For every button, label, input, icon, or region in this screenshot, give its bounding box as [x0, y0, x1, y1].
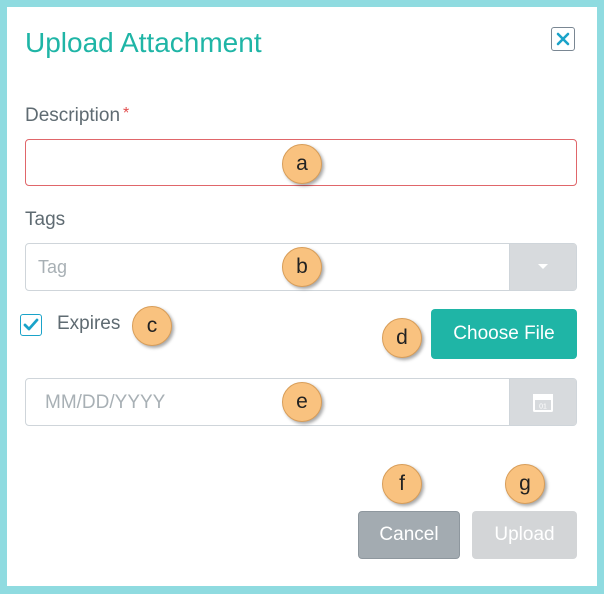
expires-label[interactable]: Expires [57, 313, 120, 335]
description-label: Description * [25, 105, 129, 127]
expires-checkbox[interactable] [20, 314, 42, 336]
annotation-marker-d: d [382, 318, 422, 358]
tags-label: Tags [25, 209, 66, 230]
calendar-button[interactable]: 01 [509, 379, 576, 425]
annotation-marker-c: c [132, 306, 172, 346]
close-button[interactable] [551, 27, 575, 51]
upload-button[interactable]: Upload [472, 511, 577, 559]
description-label-text: Description [25, 105, 121, 126]
annotation-marker-g: g [505, 464, 545, 504]
annotation-marker-e: e [282, 382, 322, 422]
calendar-icon-text: 01 [539, 404, 547, 411]
upload-attachment-dialog: Upload Attachment Description * Tags Tag … [7, 7, 597, 586]
dialog-title: Upload Attachment [25, 27, 262, 58]
annotation-marker-b: b [282, 247, 322, 287]
annotation-marker-f: f [382, 464, 422, 504]
required-asterisk: * [123, 105, 130, 122]
choose-file-button[interactable]: Choose File [431, 309, 577, 359]
caret-down-icon [538, 264, 548, 269]
checkmark-icon [23, 318, 39, 331]
cancel-button[interactable]: Cancel [358, 511, 460, 559]
tags-placeholder: Tag [38, 257, 68, 277]
close-x-icon [556, 32, 570, 46]
tags-dropdown-button[interactable] [509, 244, 576, 290]
annotation-marker-a: a [282, 144, 322, 184]
date-placeholder: MM/DD/YYYY [45, 392, 166, 413]
calendar-icon: 01 [533, 394, 553, 412]
